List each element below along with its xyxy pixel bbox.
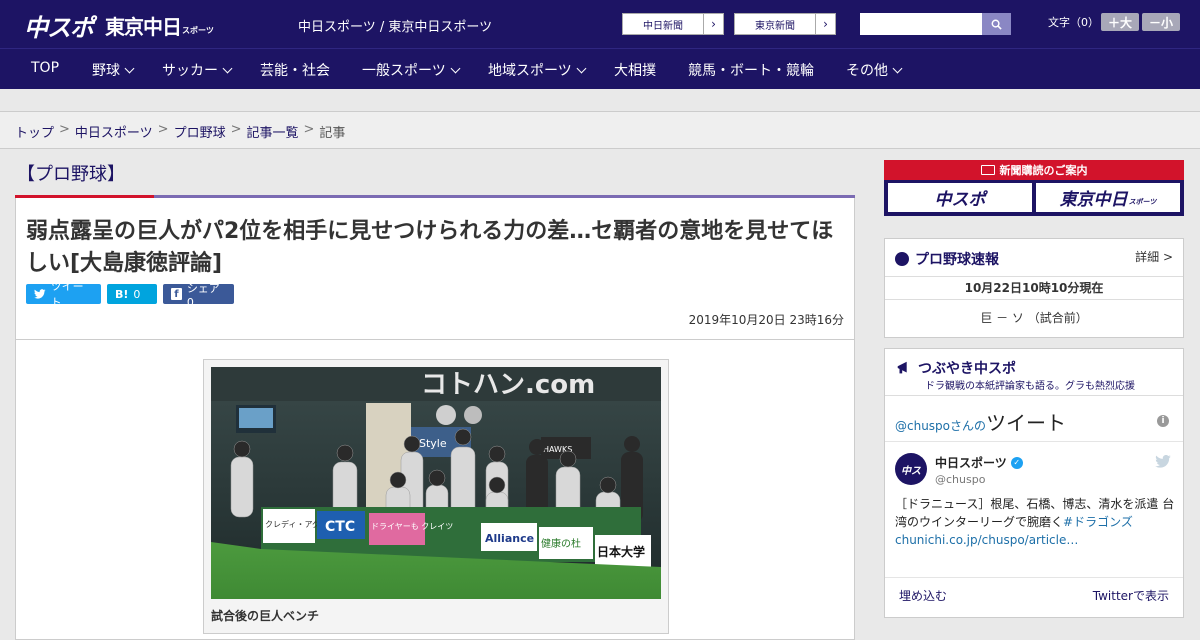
photo-ad-kenko: 健康の杜: [541, 537, 581, 550]
photo-ad-kreitz: ドライヤーも クレイツ: [371, 522, 453, 531]
article-photo[interactable]: コトハン.com Style HAWKS クレディ・アグリコル CTC ドライヤ…: [211, 367, 661, 599]
facebook-share-button[interactable]: f シェア 0: [163, 282, 234, 309]
nav-soccer[interactable]: サッカー: [162, 60, 233, 80]
nav-regional-sports[interactable]: 地域スポーツ: [488, 60, 587, 80]
search-icon: [991, 19, 1002, 30]
article-body: コトハン.com Style HAWKS クレディ・アグリコル CTC ドライヤ…: [15, 340, 855, 640]
site-header: 中スポ 東京中日 スポーツ 中日スポーツ / 東京中日スポーツ 中日新聞 › 東…: [0, 0, 1200, 48]
promo-header: 新聞購読のご案内: [884, 160, 1184, 180]
article-header: 弱点露呈の巨人がパ2位を相手に見せつけられる力の差…セ覇者の意地を見せてほしい[…: [15, 198, 855, 340]
verified-badge-icon: ✓: [1010, 456, 1023, 469]
chevron-down-icon: [892, 63, 903, 73]
tokyo-shimbun-link[interactable]: 東京新聞 ›: [734, 13, 836, 35]
chunichi-shimbun-link[interactable]: 中日新聞 ›: [622, 13, 724, 35]
info-icon[interactable]: i: [1157, 415, 1169, 427]
nav-entertainment[interactable]: 芸能・社会: [260, 60, 330, 80]
tweets-label: ツイート: [986, 411, 1067, 435]
photo-banner-text: コトハン.com: [421, 370, 595, 400]
nav-baseball[interactable]: 野球: [92, 60, 135, 80]
spacer-band: [0, 89, 1200, 111]
nav-racing[interactable]: 競馬・ボート・競輪: [688, 60, 814, 80]
breadcrumb: トップ > 中日スポーツ > プロ野球 > 記事一覧 > 記事: [15, 122, 346, 141]
facebook-f-icon: f: [171, 288, 182, 300]
newspaper-icon: [980, 165, 995, 175]
tweet-link[interactable]: chunichi.co.jp/chuspo/article…: [895, 533, 1078, 547]
view-on-twitter-button[interactable]: Twitterで表示: [1093, 587, 1169, 604]
breadcrumb-chuspo[interactable]: 中日スポーツ: [75, 122, 153, 141]
tweets-by-header: @chuspoさんの ツイート: [895, 407, 1066, 436]
breadcrumb-bar: トップ > 中日スポーツ > プロ野球 > 記事一覧 > 記事: [0, 111, 1200, 149]
photo-ad-ctc: CTC: [325, 519, 355, 535]
photo-ad-nihon-univ: 日本大学: [597, 544, 645, 559]
search-input[interactable]: [860, 13, 982, 35]
tweet-text: ［ドラニュース］根尾、石橋、博志、清水を派遣 台湾のウインターリーグで腕磨く#ド…: [895, 497, 1175, 547]
photo-ad-style: Style: [419, 437, 447, 450]
hatena-bookmark-button[interactable]: B! 0: [107, 284, 157, 304]
photo-ad-alliance: Alliance: [485, 532, 534, 545]
font-smaller-button[interactable]: －小: [1142, 13, 1180, 31]
baseball-score-widget: プロ野球速報 詳細 > 10月22日10時10分現在 巨 － ソ （試合前）: [884, 238, 1184, 338]
twitter-bird-icon: [34, 289, 46, 299]
photo-caption: 試合後の巨人ベンチ: [211, 609, 320, 623]
promo-chuspo-button[interactable]: 中スポ: [888, 183, 1032, 212]
embed-button[interactable]: 埋め込む: [899, 587, 947, 604]
subscription-promo: 新聞購読のご案内 中スポ 東京中日 スポーツ: [884, 160, 1184, 216]
score-widget-title: プロ野球速報: [915, 252, 999, 268]
megaphone-icon: [897, 361, 907, 374]
twitter-widget-title: つぶやき中スポ: [918, 361, 1016, 377]
tweet-hashtag[interactable]: #ドラゴンズ: [1063, 515, 1133, 529]
font-larger-button[interactable]: ＋大: [1101, 13, 1139, 31]
breadcrumb-top[interactable]: トップ: [15, 122, 54, 141]
nav-sumo[interactable]: 大相撲: [614, 60, 656, 80]
logo-chuspo: 中スポ: [24, 14, 94, 42]
article-date: 2019年10月20日 23時16分: [688, 313, 844, 327]
dugout-photo: コトハン.com Style HAWKS クレディ・アグリコル CTC ドライヤ…: [211, 367, 661, 599]
breadcrumb-current: 記事: [319, 126, 346, 141]
tweets-by-handle[interactable]: @chuspoさんの: [895, 417, 986, 434]
article-category: 【プロ野球】: [17, 164, 125, 185]
score-detail-link[interactable]: 詳細 >: [1135, 248, 1173, 265]
twitter-widget: つぶやき中スポ ドラ観戦の本紙評論家も語る。グラも熱烈応援 @chuspoさんの…: [884, 348, 1184, 618]
logo-tokyo-chunichi: 東京中日: [105, 15, 182, 39]
score-line[interactable]: 巨 － ソ （試合前）: [885, 309, 1183, 326]
tweet-author-name[interactable]: 中日スポーツ: [935, 454, 1007, 471]
promo-tokyo-chunichi-button[interactable]: 東京中日 スポーツ: [1036, 183, 1180, 212]
twitter-widget-subtitle: ドラ観戦の本紙評論家も語る。グラも熱烈応援: [925, 381, 1135, 392]
site-title: 中日スポーツ / 東京中日スポーツ: [298, 20, 493, 35]
article-photo-frame: コトハン.com Style HAWKS クレディ・アグリコル CTC ドライヤ…: [203, 359, 669, 634]
chevron-down-icon: [576, 63, 587, 73]
breadcrumb-baseball[interactable]: プロ野球: [174, 122, 226, 141]
main-nav: TOP 野球 サッカー 芸能・社会 一般スポーツ 地域スポーツ 大相撲 競馬・ボ…: [0, 48, 1200, 89]
hatena-b-icon: B!: [115, 287, 129, 301]
score-time: 10月22日10時10分現在: [885, 276, 1183, 300]
chevron-down-icon: [450, 63, 461, 73]
chevron-right-icon: ›: [703, 14, 723, 34]
font-size-label: 文字（0）: [1048, 16, 1099, 29]
article-headline: 弱点露呈の巨人がパ2位を相手に見せつけられる力の差…セ覇者の意地を見せてほしい[…: [26, 219, 834, 276]
site-logo[interactable]: 中スポ 東京中日 スポーツ: [24, 8, 214, 43]
baseball-icon: [895, 252, 909, 266]
chevron-down-icon: [124, 63, 135, 73]
nav-top[interactable]: TOP: [31, 60, 59, 76]
breadcrumb-article-list[interactable]: 記事一覧: [247, 122, 299, 141]
logo-sports: スポーツ: [182, 26, 214, 35]
twitter-bird-icon[interactable]: [1155, 455, 1171, 468]
nav-general-sports[interactable]: 一般スポーツ: [362, 60, 461, 80]
nav-other[interactable]: その他: [846, 60, 903, 80]
tweet-button[interactable]: ツイート: [26, 280, 101, 309]
avatar[interactable]: 中ス: [895, 453, 927, 485]
chevron-right-icon: ›: [815, 14, 835, 34]
chevron-down-icon: [222, 63, 233, 73]
tweet-author-handle[interactable]: @chuspo: [935, 473, 985, 486]
search-button[interactable]: [982, 13, 1011, 35]
